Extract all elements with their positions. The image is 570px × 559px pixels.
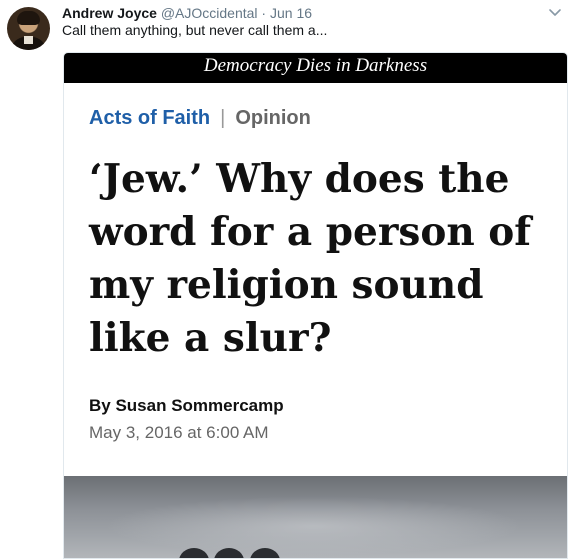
article-byline: By Susan Sommercamp — [89, 396, 284, 415]
section-label: Acts of Faith — [89, 107, 211, 129]
author-name[interactable]: Andrew Joyce — [62, 5, 157, 21]
kicker-divider: | — [220, 107, 226, 129]
article-headline: ‘Jew.’ Why does the word for a person of… — [89, 156, 532, 361]
link-preview-card[interactable]: Democracy Dies in Darkness Acts of Faith… — [63, 52, 568, 559]
tweet-header: Andrew Joyce @AJOccidental · Jun 16 — [62, 4, 312, 22]
category-label: Opinion — [235, 107, 311, 129]
masthead-slogan: Democracy Dies in Darkness — [64, 53, 567, 83]
chevron-down-icon[interactable] — [547, 4, 563, 20]
tweet-text: Call them anything, but never call them … — [62, 22, 328, 38]
article-date: May 3, 2016 at 6:00 AM — [89, 423, 269, 442]
article-kicker: Acts of Faith | Opinion — [89, 107, 311, 130]
article-hero-image — [64, 476, 567, 558]
header-separator: · — [261, 5, 267, 21]
author-handle[interactable]: @AJOccidental — [161, 5, 258, 21]
tweet-date-link[interactable]: Jun 16 — [270, 5, 312, 21]
avatar[interactable] — [7, 7, 50, 50]
